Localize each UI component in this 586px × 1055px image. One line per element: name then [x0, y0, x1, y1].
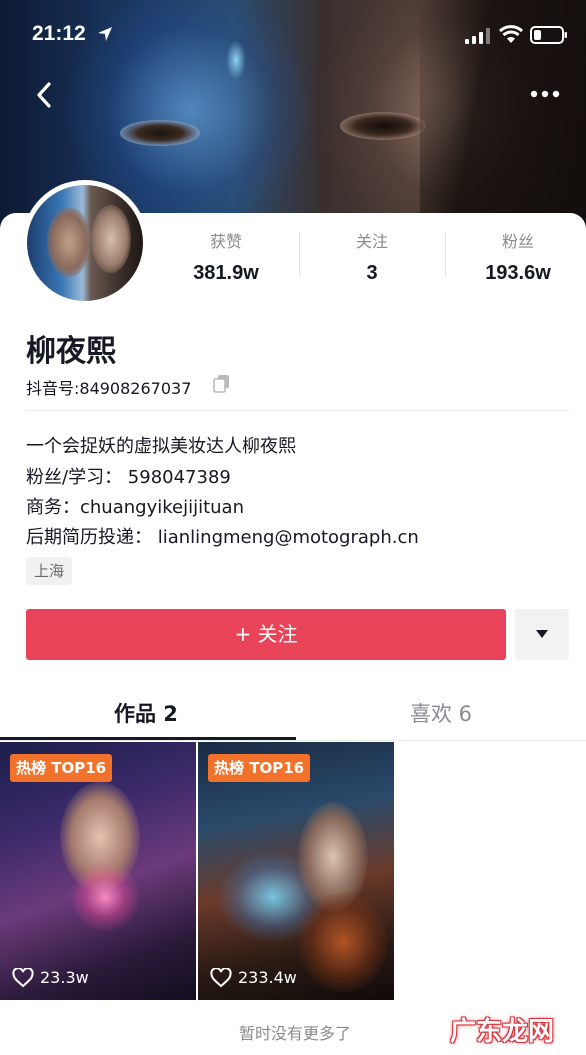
follow-button[interactable]: + 关注 — [26, 609, 506, 660]
stat-likes-label: 获赞 — [209, 232, 242, 251]
bio-line: 粉丝/学习： 598047389 — [26, 467, 231, 488]
stat-likes[interactable]: 获赞 381.9w — [153, 228, 299, 285]
status-bar: 21:12 — [0, 0, 586, 70]
more-dots-icon[interactable] — [526, 84, 564, 104]
stat-followers-label: 粉丝 — [501, 232, 534, 251]
video-likes-count: 233.4w — [238, 968, 297, 987]
hot-rank-badge: 热榜 TOP16 — [208, 754, 311, 782]
stat-following-value: 3 — [366, 262, 378, 284]
bio-line: 后期简历投递： lianlingmeng@motograph.cn — [26, 527, 419, 548]
heart-icon — [210, 968, 232, 988]
heart-icon — [12, 968, 34, 988]
divider — [26, 410, 570, 411]
battery-icon — [530, 26, 567, 44]
stat-likes-value: 381.9w — [193, 262, 259, 284]
stat-following-label: 关注 — [355, 232, 388, 251]
location-arrow-icon — [98, 27, 112, 41]
profile-name: 柳夜熙 — [26, 334, 116, 369]
video-thumbnail[interactable]: 热榜 TOP16 23.3w — [0, 742, 196, 1000]
video-likes-count: 23.3w — [40, 968, 89, 987]
avatar[interactable] — [27, 185, 143, 301]
stat-followers-value: 193.6w — [485, 262, 551, 284]
triangle-down-icon — [536, 630, 548, 638]
profile-page: 21:12 获赞 381.9w 关注 3 粉丝 193.6w 柳夜熙 抖音号:8… — [0, 0, 586, 1055]
douyin-id: 抖音号:84908267037 — [26, 379, 192, 398]
watermark: 广东龙网 — [450, 1017, 555, 1047]
tab-works[interactable]: 作品 2 — [114, 698, 178, 728]
recommend-dropdown-button[interactable] — [515, 609, 569, 660]
copy-icon[interactable] — [212, 373, 232, 393]
signal-icon — [465, 28, 490, 44]
video-thumbnail[interactable]: 热榜 TOP16 233.4w — [198, 742, 394, 1000]
hot-rank-badge: 热榜 TOP16 — [10, 754, 113, 782]
stat-followers[interactable]: 粉丝 193.6w — [445, 228, 586, 285]
wifi-icon — [498, 25, 524, 43]
status-time: 21:12 — [32, 22, 86, 45]
stat-following[interactable]: 关注 3 — [299, 228, 445, 285]
tab-likes[interactable]: 喜欢 6 — [410, 698, 472, 728]
chevron-left-icon[interactable] — [28, 78, 62, 112]
bio-line: 商务：chuangyikejijituan — [26, 497, 244, 518]
divider — [0, 740, 586, 741]
location-tag: 上海 — [26, 557, 73, 585]
bio-line: 一个会捉妖的虚拟美妆达人柳夜熙 — [26, 436, 296, 457]
